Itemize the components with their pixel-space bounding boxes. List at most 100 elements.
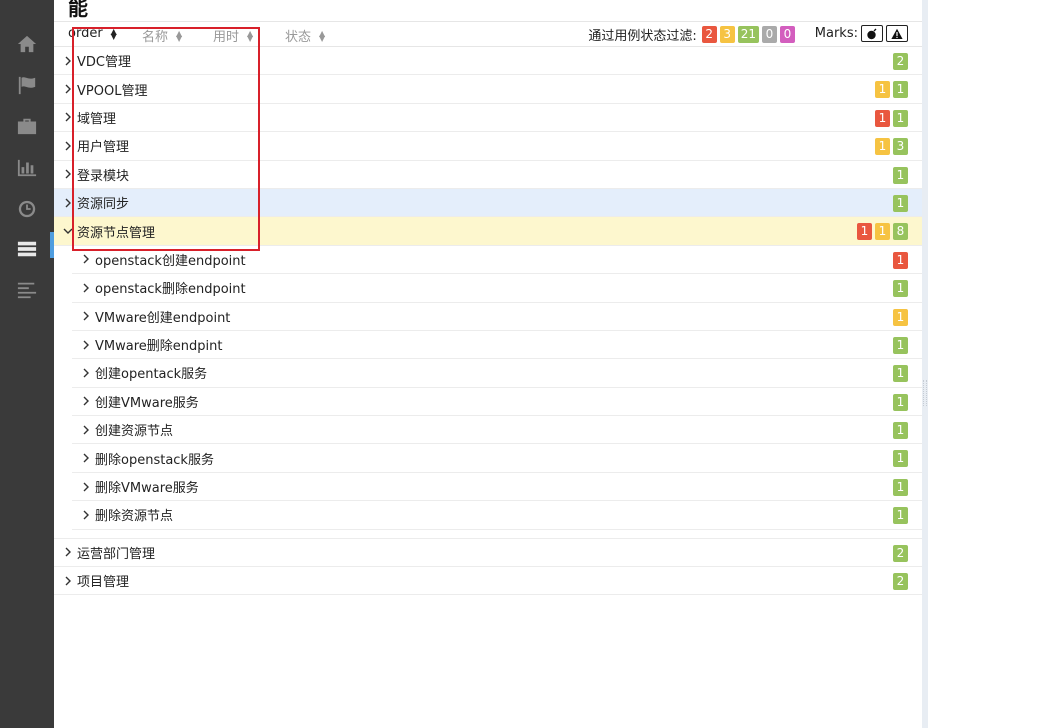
test-case-row[interactable]: openstack删除endpoint 1 <box>72 274 922 303</box>
status-badge: 1 <box>893 109 908 127</box>
sort-icon: ▲ ▼ <box>247 28 254 43</box>
column-label: 用时 <box>213 30 240 45</box>
resize-handle[interactable] <box>923 380 927 406</box>
test-case-name: 创建资源节点 <box>95 424 174 440</box>
page-title: 能 <box>68 0 88 20</box>
status-badge: 1 <box>893 450 908 468</box>
status-badge: 1 <box>893 81 908 99</box>
status-counts: 2 <box>893 53 908 70</box>
suite-name: 资源节点管理 <box>77 225 156 241</box>
test-case-row[interactable]: 删除openstack服务 1 <box>72 444 922 473</box>
status-counts: 11 <box>875 109 908 127</box>
home-icon[interactable] <box>15 33 39 55</box>
status-counts: 11 <box>875 81 908 99</box>
sort-order-button[interactable]: order ▲ ▼ <box>68 26 117 41</box>
status-counts: 1 <box>893 478 908 496</box>
suite-row[interactable]: 资源节点管理 1 1 8 <box>54 217 922 246</box>
status-counts: 1 <box>893 308 908 326</box>
flaky-mark-button[interactable] <box>861 25 883 42</box>
status-badge: 1 <box>893 280 908 298</box>
test-case-name: openstack创建endpoint <box>95 253 246 269</box>
bar-chart-icon[interactable] <box>15 157 39 179</box>
group-spacer <box>54 530 922 539</box>
suite-row[interactable]: 登录模块 1 <box>54 161 922 189</box>
suite-row[interactable]: VDC管理 2 <box>54 47 922 76</box>
filter-skipped-toggle[interactable]: 0 <box>762 26 777 43</box>
table-header: order ▲ ▼ 名称 ▲ ▼ 用时 ▲ ▼ 状态 ▲ ▼ 通过用例状态过滤: 2 3… <box>54 21 922 47</box>
status-badge: 1 <box>893 166 908 184</box>
column-label: order <box>68 26 103 41</box>
status-filter: 通过用例状态过滤: 2 3 21 0 0 <box>588 25 795 44</box>
suite-row[interactable]: VPOOL管理 1 1 <box>54 75 922 104</box>
suite-name: 用户管理 <box>77 140 130 156</box>
suite-row[interactable]: 项目管理 2 <box>54 567 922 596</box>
status-badge: 1 <box>893 251 908 269</box>
sort-duration-button[interactable]: 用时 ▲ ▼ <box>213 26 253 45</box>
suite-name: VDC管理 <box>77 55 131 71</box>
test-case-row[interactable]: 删除资源节点 1 <box>72 501 922 530</box>
status-badge: 1 <box>875 81 890 99</box>
status-badge: 3 <box>893 138 908 156</box>
test-case-row[interactable]: 创建资源节点 1 <box>72 416 922 445</box>
status-counts: 1 <box>893 422 908 440</box>
status-badge: 8 <box>893 223 908 241</box>
warning-icon <box>891 28 903 39</box>
test-case-name: VMware删除endpint <box>95 339 223 355</box>
status-badge: 1 <box>893 393 908 411</box>
align-left-icon[interactable] <box>15 279 39 301</box>
status-counts: 2 <box>893 544 908 562</box>
suite-row[interactable]: 域管理 1 1 <box>54 104 922 133</box>
status-counts: 1 <box>893 280 908 298</box>
sort-icon: ▲ ▼ <box>110 26 117 41</box>
suite-row[interactable]: 运营部门管理 2 <box>54 539 922 568</box>
suite-name: 域管理 <box>77 111 117 127</box>
filter-label: 通过用例状态过滤: <box>588 29 697 44</box>
test-case-name: 创建opentack服务 <box>95 367 208 383</box>
chevron-right-icon <box>63 84 73 94</box>
status-counts: 2 <box>893 573 908 591</box>
test-case-row[interactable]: VMware创建endpoint 1 <box>72 303 922 331</box>
status-badge: 2 <box>893 573 908 591</box>
suites-tree: VDC管理 2 VPOOL管理 1 1 域管理 1 1 用户管理 1 3 登录模块 1 资源同步 1 资源节点… <box>54 47 922 596</box>
column-label: 状态 <box>285 30 312 45</box>
filter-broken-toggle[interactable]: 3 <box>719 26 735 43</box>
test-case-row[interactable]: openstack创建endpoint 1 <box>72 246 922 275</box>
chevron-right-icon <box>81 453 91 463</box>
status-badge: 1 <box>875 223 890 241</box>
status-badge: 1 <box>893 308 908 326</box>
status-counts: 1 <box>893 507 908 525</box>
status-counts: 1 <box>893 194 908 212</box>
flag-icon[interactable] <box>15 74 39 96</box>
sort-status-button[interactable]: 状态 ▲ ▼ <box>285 26 325 45</box>
clock-icon[interactable] <box>15 198 39 220</box>
chevron-right-icon <box>81 368 91 378</box>
briefcase-icon[interactable] <box>15 115 39 137</box>
filter-unknown-toggle[interactable]: 0 <box>780 26 795 43</box>
test-case-row[interactable]: 删除VMware服务 1 <box>72 473 922 502</box>
chevron-right-icon <box>81 425 91 435</box>
marks-filter: Marks: <box>815 25 908 42</box>
chevron-right-icon <box>63 112 73 122</box>
test-case-name: 创建VMware服务 <box>95 395 199 411</box>
status-badge: 1 <box>893 422 908 440</box>
filter-failed-toggle[interactable]: 2 <box>701 26 717 43</box>
suite-row[interactable]: 资源同步 1 <box>54 188 922 218</box>
status-badge: 2 <box>893 53 908 70</box>
chevron-right-icon <box>81 340 91 350</box>
status-badge: 1 <box>893 194 908 212</box>
test-case-row[interactable]: 创建VMware服务 1 <box>72 388 922 417</box>
test-case-row[interactable]: VMware删除endpint 1 <box>72 331 922 360</box>
chevron-right-icon <box>63 141 73 151</box>
status-counts: 1 <box>893 166 908 184</box>
list-icon[interactable] <box>15 238 39 260</box>
suite-row[interactable]: 用户管理 1 3 <box>54 132 922 161</box>
test-case-row[interactable]: 创建opentack服务 1 <box>72 359 922 388</box>
pane-divider[interactable] <box>922 0 928 728</box>
chevron-right-icon <box>81 482 91 492</box>
status-badge: 1 <box>875 109 890 127</box>
sidebar <box>0 0 54 728</box>
chevron-right-icon <box>81 311 91 321</box>
filter-passed-toggle[interactable]: 21 <box>737 26 759 43</box>
sort-name-button[interactable]: 名称 ▲ ▼ <box>142 26 182 45</box>
warning-mark-button[interactable] <box>886 25 908 42</box>
